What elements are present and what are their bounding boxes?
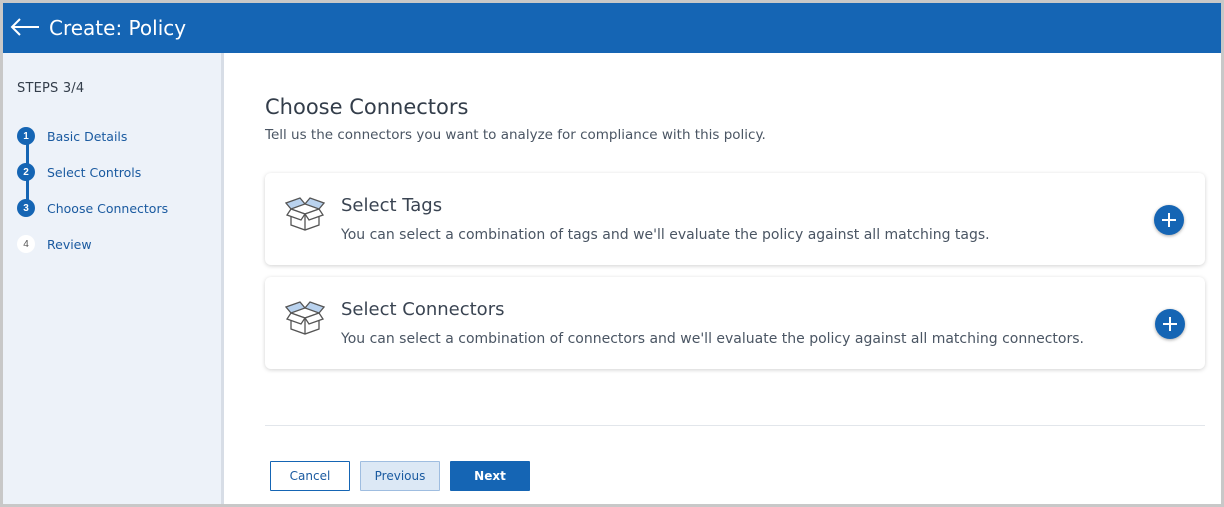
step-basic-details[interactable]: 1 Basic Details [17,126,127,146]
section-subtitle: Tell us the connectors you want to analy… [265,127,766,143]
plus-icon [1162,213,1176,227]
previous-button[interactable]: Previous [360,461,440,491]
add-connectors-button[interactable] [1155,309,1185,339]
add-tags-button[interactable] [1154,205,1184,235]
back-arrow-icon[interactable] [9,15,41,39]
footer-divider [265,425,1205,426]
card-description: You can select a combination of connecto… [341,331,1084,347]
step-number-badge: 4 [17,235,35,253]
step-label: Select Controls [47,164,142,180]
select-connectors-card: Select Connectors You can select a combi… [265,277,1205,369]
open-box-icon [285,301,325,335]
app-window: Create: Policy STEPS 3/4 1 Basic Details… [0,0,1224,507]
open-box-icon [285,197,325,231]
card-title: Select Tags [341,195,443,216]
page-title: Create: Policy [49,16,187,40]
cancel-button[interactable]: Cancel [270,461,350,491]
card-description: You can select a combination of tags and… [341,227,990,243]
step-label: Choose Connectors [47,200,169,216]
step-review[interactable]: 4 Review [17,234,92,254]
step-number-badge: 1 [17,127,35,145]
card-title: Select Connectors [341,299,505,320]
plus-icon [1163,317,1177,331]
section-title: Choose Connectors [265,95,469,119]
next-button[interactable]: Next [450,461,530,491]
step-choose-connectors[interactable]: 3 Choose Connectors [17,198,168,218]
steps-counter: STEPS 3/4 [17,81,85,96]
step-number-badge: 3 [17,199,35,217]
step-label: Review [47,236,92,252]
page-header: Create: Policy [3,3,1221,53]
select-tags-card: Select Tags You can select a combination… [265,173,1205,265]
steps-sidebar: STEPS 3/4 1 Basic Details 2 Select Contr… [3,53,224,504]
step-number-badge: 2 [17,163,35,181]
main-content: Choose Connectors Tell us the connectors… [227,53,1221,504]
step-label: Basic Details [47,128,128,144]
step-select-controls[interactable]: 2 Select Controls [17,162,141,182]
